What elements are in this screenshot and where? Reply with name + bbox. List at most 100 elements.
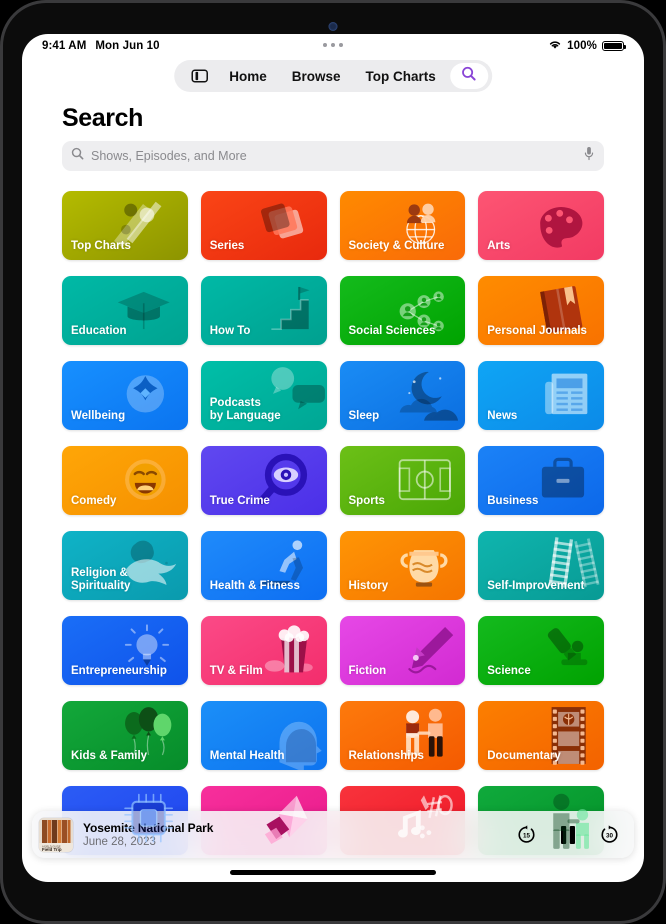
category-tile-label: Social Sciences (348, 324, 436, 337)
category-tile-label: Sports (348, 494, 385, 507)
dot-2 (331, 43, 335, 47)
microphone-icon[interactable] (583, 146, 595, 166)
battery-percent: 100% (567, 40, 597, 52)
music-art (385, 786, 463, 855)
category-tile[interactable]: Sleep (339, 361, 466, 430)
category-tile[interactable]: Podcasts by Language (200, 361, 327, 430)
category-tile[interactable]: Entrepreneurship (62, 616, 188, 685)
category-tile[interactable]: Education (62, 276, 188, 345)
category-tile-label (62, 848, 71, 855)
category-tile-label: Podcasts by Language (209, 396, 281, 422)
history-art (385, 531, 463, 600)
status-time: 9:41 AM (42, 40, 87, 52)
science-art (524, 616, 602, 685)
sleep-art (385, 361, 463, 430)
category-tile[interactable]: Series (200, 191, 327, 260)
fashion-beauty-art (247, 786, 325, 855)
category-tile[interactable]: Health & Fitness (200, 531, 327, 600)
category-tile[interactable]: Personal Journals (478, 276, 604, 345)
status-bar: 9:41 AM Mon Jun 10 100% (22, 34, 644, 58)
search-page-content: Search Shows, Episodes, and More Top Cha… (22, 92, 644, 882)
category-tile-label: Fiction (348, 664, 387, 677)
sports-art (385, 446, 463, 515)
category-tile-label: Wellbeing (71, 409, 126, 422)
search-icon (71, 147, 84, 165)
fiction-art (385, 616, 463, 685)
front-camera (328, 22, 338, 31)
category-tile[interactable]: TV & Film (200, 616, 327, 685)
nav-tab-search[interactable] (449, 63, 488, 89)
category-tile-label: Society & Culture (348, 239, 445, 252)
category-tile[interactable]: True Crime (200, 446, 327, 515)
category-tile-label: News (487, 409, 518, 422)
category-tile[interactable]: Mental Health (200, 701, 327, 770)
category-tile-label: Education (71, 324, 127, 337)
nav-tab-home[interactable]: Home (218, 65, 278, 88)
page-title: Search (62, 104, 143, 132)
category-tile[interactable]: Society & Culture (339, 191, 466, 260)
category-tile-label: TV & Film (209, 664, 263, 677)
category-tile-label: Personal Journals (487, 324, 587, 337)
technology-art (108, 786, 186, 855)
category-tile-label (340, 848, 349, 855)
svg-text:30: 30 (606, 832, 614, 839)
category-tile[interactable]: Fiction (339, 616, 466, 685)
category-tile-label: Mental Health (209, 749, 285, 762)
series-art (247, 191, 325, 260)
category-tile-label: Business (487, 494, 539, 507)
category-tile[interactable]: Business (478, 446, 604, 515)
battery-icon (602, 40, 627, 52)
category-tile[interactable]: Sports (339, 446, 466, 515)
category-tile-label: True Crime (209, 494, 270, 507)
category-tile[interactable]: Social Sciences (339, 276, 466, 345)
category-tile-label: Health & Fitness (209, 579, 300, 592)
status-bar-right: 100% (548, 39, 627, 53)
navigation-bar: Home Browse Top Charts (174, 60, 492, 92)
category-tile[interactable]: Arts (478, 191, 604, 260)
category-tile[interactable]: Religion & Spirituality (62, 531, 188, 600)
category-tile[interactable]: Documentary (478, 701, 604, 770)
category-tile[interactable]: Wellbeing (62, 361, 188, 430)
search-icon (461, 66, 476, 86)
category-tile-label: Comedy (71, 494, 117, 507)
category-tile-label: Science (487, 664, 531, 677)
nav-tab-browse[interactable]: Browse (281, 65, 352, 88)
svg-text:Field Trip: Field Trip (42, 846, 62, 851)
parenting-art (524, 786, 602, 855)
status-bar-left: 9:41 AM Mon Jun 10 (42, 40, 160, 52)
category-tile[interactable]: Relationships (339, 701, 466, 770)
sidebar-toggle-icon[interactable] (184, 65, 215, 87)
wifi-icon (548, 39, 562, 53)
category-tile-label: Self-Improvement (487, 579, 585, 592)
category-tile[interactable]: Comedy (62, 446, 188, 515)
now-playing-artwork: A FIELD GUIDE Field Trip (39, 817, 73, 852)
category-tile-label (201, 848, 210, 855)
dot-1 (323, 43, 327, 47)
category-grid: Top Charts Series Society & Culture Arts Edu… (22, 191, 644, 855)
nav-tab-top-charts[interactable]: Top Charts (355, 65, 447, 88)
category-tile-label: Series (209, 239, 245, 252)
skip-forward-30-icon[interactable]: 30 (599, 824, 620, 845)
category-tile[interactable]: How To (200, 276, 327, 345)
ipad-device-frame: 9:41 AM Mon Jun 10 100% Home Browse Top … (0, 0, 666, 924)
category-tile[interactable]: Kids & Family (62, 701, 188, 770)
category-tile[interactable]: Self-Improvement (478, 531, 604, 600)
category-tile-label: Documentary (487, 749, 561, 762)
multitasking-menu[interactable] (323, 43, 343, 47)
news-art (524, 361, 602, 430)
category-tile-label: History (348, 579, 389, 592)
category-tile-label: Relationships (348, 749, 424, 762)
search-input[interactable]: Shows, Episodes, and More (62, 141, 604, 171)
category-tile[interactable]: Top Charts (62, 191, 188, 260)
comedy-art (108, 446, 186, 515)
category-tile-label (478, 848, 487, 855)
category-tile-label: Kids & Family (71, 749, 148, 762)
category-tile-label: Top Charts (71, 239, 131, 252)
how-to-art (247, 276, 325, 345)
category-tile[interactable]: Science (478, 616, 604, 685)
ipad-screen: 9:41 AM Mon Jun 10 100% Home Browse Top … (22, 34, 644, 882)
category-tile[interactable]: History (339, 531, 466, 600)
arts-art (524, 191, 602, 260)
dot-3 (339, 43, 343, 47)
category-tile[interactable]: News (478, 361, 604, 430)
